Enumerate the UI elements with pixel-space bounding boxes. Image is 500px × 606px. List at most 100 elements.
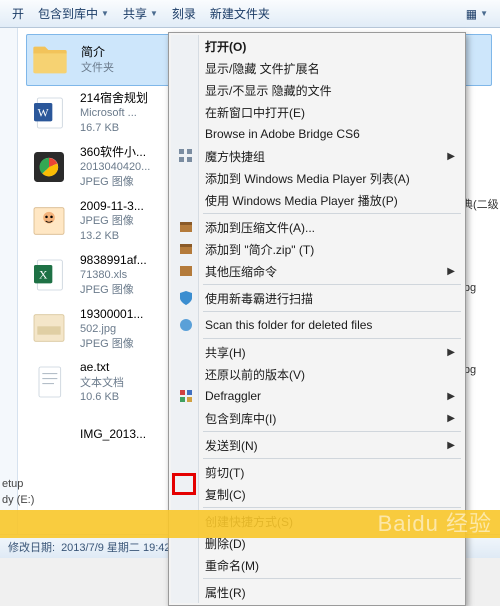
toolbar-view-options[interactable]: ▦ ▼ [460,5,494,23]
ctx-label: Scan this folder for deleted files [205,318,372,332]
file-meta: 文件夹 [81,61,114,76]
text-file-icon [28,361,70,403]
separator [203,458,461,459]
toolbar-new-folder[interactable]: 新建文件夹 [204,3,276,24]
file-name: IMG_2013... [80,426,146,442]
status-label: 修改日期: [8,539,55,555]
submenu-arrow-icon: ▶ [447,391,455,402]
file-meta: JPEG 图像 [80,175,150,190]
ctx-properties[interactable]: 属性(R) [171,581,463,603]
separator [203,338,461,339]
word-doc-icon: W [28,92,70,134]
toolbar-newfolder-label: 新建文件夹 [210,5,270,22]
ctx-include-in-library[interactable]: 包含到库中(I) ▶ [171,407,463,429]
ctx-add-wmp-list[interactable]: 添加到 Windows Media Player 列表(A) [171,167,463,189]
ctx-cut[interactable]: 剪切(T) [171,461,463,483]
submenu-arrow-icon: ▶ [447,347,455,358]
chevron-down-icon: ▼ [101,9,109,18]
image-thumbnail-icon [28,200,70,242]
ctx-rename[interactable]: 重命名(M) [171,554,463,576]
separator [203,311,461,312]
file-meta: Microsoft ... [80,106,148,121]
ctx-label: 显示/不显示 隐藏的文件 [205,82,332,99]
status-value: 2013/7/9 星期二 19:42 [61,539,170,555]
submenu-arrow-icon: ▶ [447,440,455,451]
ctx-label: 复制(C) [205,486,246,503]
ctx-add-archive[interactable]: 添加到压缩文件(A)... [171,216,463,238]
ctx-scan-virus[interactable]: 使用新毒霸进行扫描 [171,287,463,309]
peek-text: dy (E:) [2,493,42,508]
ctx-label: Browse in Adobe Bridge CS6 [205,127,360,141]
ctx-label: 发送到(N) [205,437,258,454]
ctx-label: 还原以前的版本(V) [205,366,305,383]
submenu-arrow-icon: ▶ [447,266,455,277]
ctx-label: 显示/隐藏 文件扩展名 [205,60,320,77]
ctx-play-wmp[interactable]: 使用 Windows Media Player 播放(P) [171,189,463,211]
ctx-label: 打开(O) [205,38,246,55]
file-meta: JPEG 图像 [80,283,147,298]
toolbar-share-label: 共享 [123,5,147,22]
image-thumbnail-icon [28,307,70,349]
ctx-send-to[interactable]: 发送到(N) ▶ [171,434,463,456]
ctx-scan-deleted[interactable]: Scan this folder for deleted files [171,314,463,336]
file-meta: 71380.xls [80,268,147,283]
toolbar-include-label: 包含到库中 [38,5,98,22]
ctx-toggle-extensions[interactable]: 显示/隐藏 文件扩展名 [171,57,463,79]
separator [203,578,461,579]
nav-sidebar[interactable] [0,28,18,534]
ctx-restore-previous[interactable]: 还原以前的版本(V) [171,363,463,385]
toolbar-open[interactable]: 开 [6,3,30,24]
file-meta: JPEG 图像 [80,337,143,352]
ctx-open[interactable]: 打开(O) [171,35,463,57]
toolbar-share[interactable]: 共享 ▼ [117,3,164,24]
chrome-icon [28,146,70,188]
archive-icon [177,262,195,280]
ctx-other-archive[interactable]: 其他压缩命令 ▶ [171,260,463,282]
file-name: 2009-11-3... [80,198,144,214]
svg-text:W: W [38,106,49,119]
image-thumbnail-icon [28,413,70,455]
shield-icon [177,289,195,307]
chevron-down-icon: ▼ [480,9,488,18]
ctx-label: 其他压缩命令 [205,263,277,280]
ctx-label: 在新窗口中打开(E) [205,104,305,121]
chevron-down-icon: ▼ [150,9,158,18]
ctx-label: 剪切(T) [205,464,244,481]
bottom-banner [0,510,500,538]
ctx-label: 添加到 "简介.zip" (T) [205,241,314,258]
submenu-arrow-icon: ▶ [447,151,455,162]
ctx-toggle-hidden[interactable]: 显示/不显示 隐藏的文件 [171,79,463,101]
separator [203,431,461,432]
ctx-label: 添加到 Windows Media Player 列表(A) [205,170,410,187]
folder-icon [29,39,71,81]
ctx-magic-shortcut[interactable]: 魔方快捷组 ▶ [171,145,463,167]
ctx-share[interactable]: 共享(H) ▶ [171,341,463,363]
file-meta: 16.7 KB [80,121,148,136]
toolbar-burn[interactable]: 刻录 [166,3,202,24]
ctx-defraggler[interactable]: Defraggler ▶ [171,385,463,407]
separator [203,213,461,214]
svg-text:X: X [39,268,48,281]
ctx-label: 重命名(M) [205,557,259,574]
separator [203,284,461,285]
view-icon: ▦ [466,7,477,21]
file-name: 360软件小... [80,144,150,160]
separator [203,507,461,508]
ctx-add-zip[interactable]: 添加到 "简介.zip" (T) [171,238,463,260]
ctx-open-new-window[interactable]: 在新窗口中打开(E) [171,101,463,123]
file-name: ae.txt [80,359,124,375]
archive-icon [177,218,195,236]
recuva-icon [177,316,195,334]
ctx-copy[interactable]: 复制(C) [171,483,463,505]
ctx-label: 属性(R) [205,584,246,601]
explorer-window: 开 包含到库中 ▼ 共享 ▼ 刻录 新建文件夹 ▦ ▼ 试宝典(二级 5_2.j… [0,0,500,558]
file-name: 19300001... [80,306,143,322]
file-name: 214宿舍规划 [80,90,148,106]
ctx-label: 使用 Windows Media Player 播放(P) [205,192,398,209]
toolbar-open-label: 开 [12,5,24,22]
submenu-arrow-icon: ▶ [447,413,455,424]
toolbar: 开 包含到库中 ▼ 共享 ▼ 刻录 新建文件夹 ▦ ▼ [0,0,500,28]
ctx-browse-bridge[interactable]: Browse in Adobe Bridge CS6 [171,123,463,145]
toolbar-include-in-library[interactable]: 包含到库中 ▼ [32,3,115,24]
toolbar-burn-label: 刻录 [172,5,196,22]
